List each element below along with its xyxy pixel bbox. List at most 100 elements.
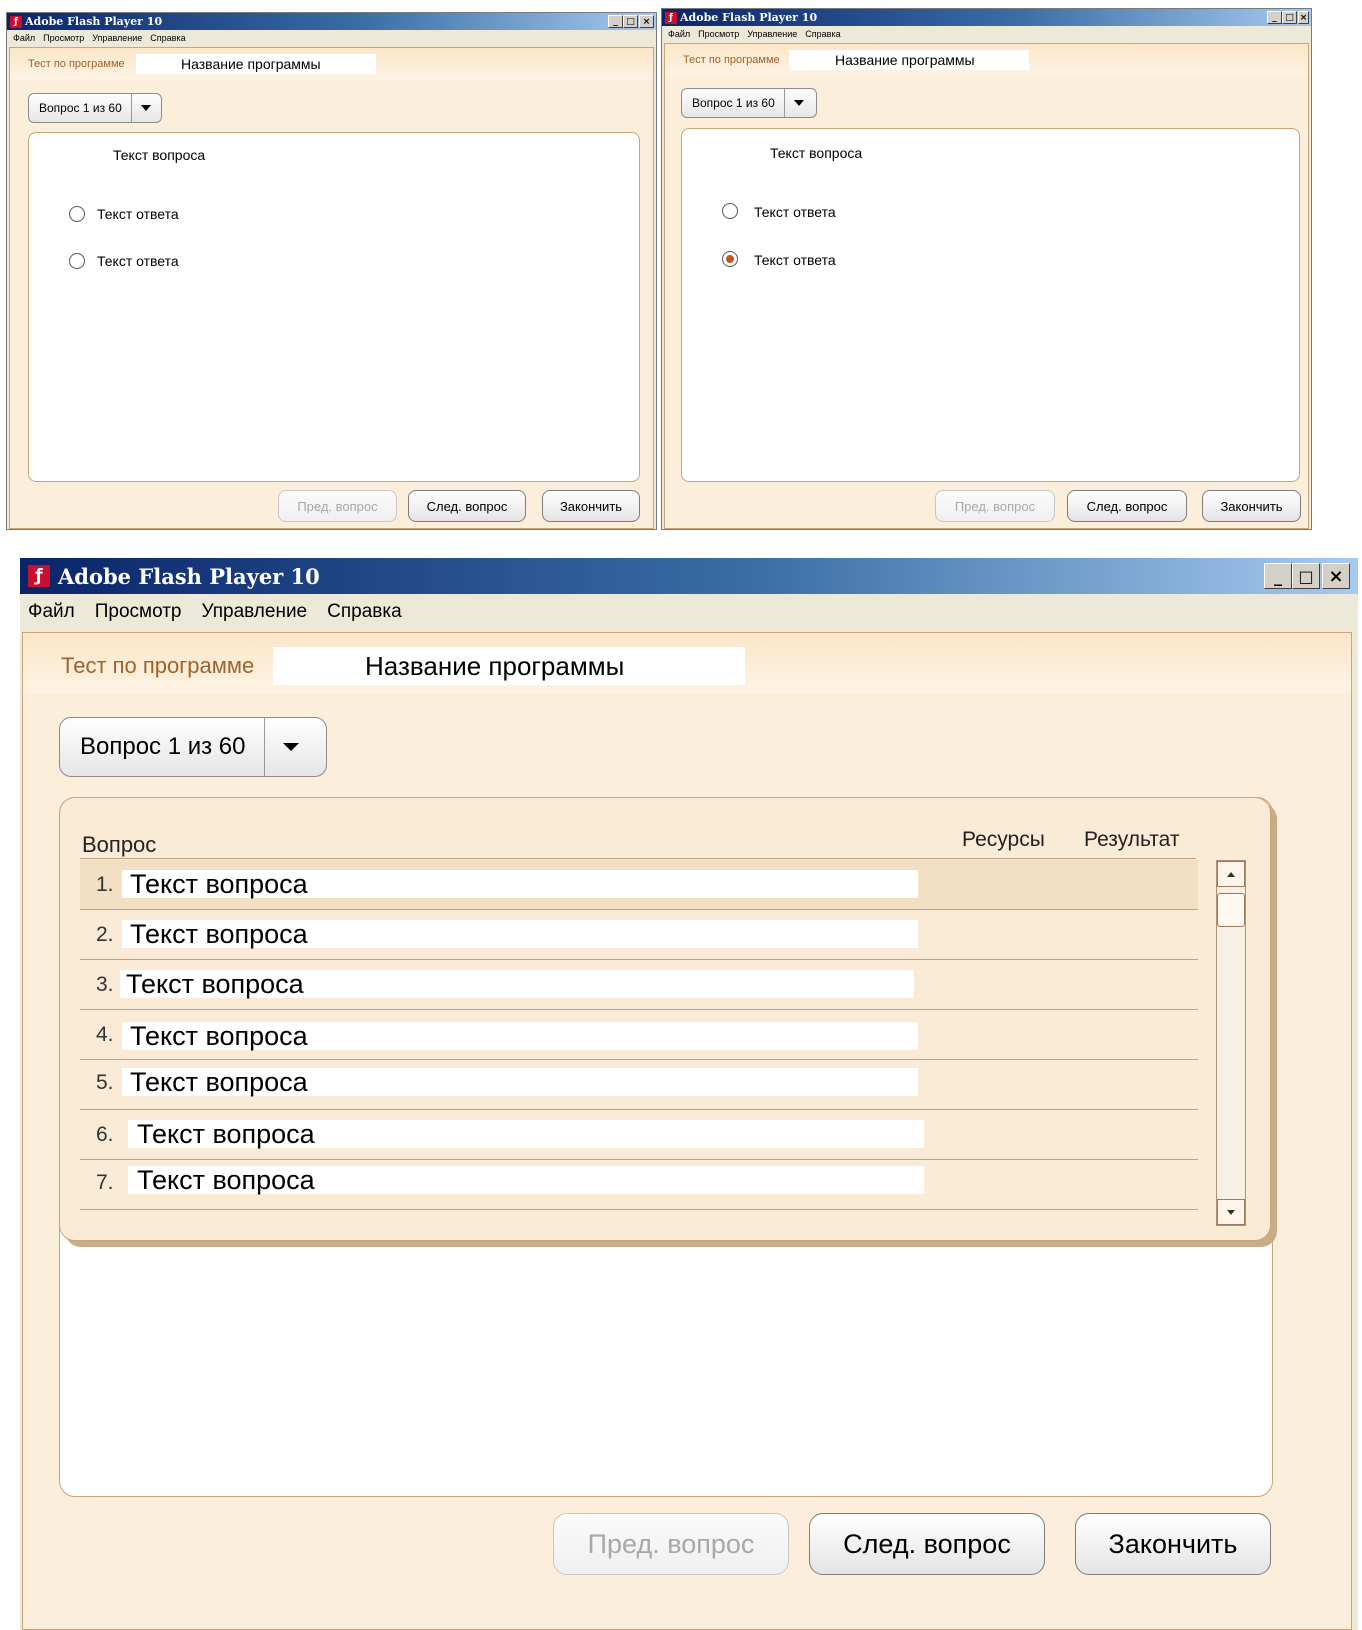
maximize-icon[interactable]: □: [623, 15, 638, 28]
maximize-icon[interactable]: □: [1282, 11, 1297, 24]
row-number: 7.: [96, 1171, 114, 1194]
menu-help[interactable]: Справка: [327, 601, 402, 623]
column-header-result: Результат: [1084, 828, 1180, 851]
row-number: 5.: [96, 1071, 114, 1094]
menu-bar: Файл Просмотр Управление Справка: [662, 27, 1311, 41]
question-selector[interactable]: Вопрос 1 из 60: [681, 88, 817, 118]
row-number: 1.: [96, 873, 114, 896]
row-number: 3.: [96, 973, 114, 996]
finish-button[interactable]: Закончить: [1202, 490, 1301, 522]
title-bar[interactable]: ƒ Adobe Flash Player 10 _ □ ×: [7, 13, 656, 30]
menu-view[interactable]: Просмотр: [95, 601, 182, 623]
menu-file[interactable]: Файл: [28, 601, 75, 623]
menu-control[interactable]: Управление: [92, 33, 142, 43]
scroll-down-icon[interactable]: [1217, 1199, 1245, 1225]
menu-bar: Файл Просмотр Управление Справка: [20, 594, 1358, 630]
scroll-thumb[interactable]: [1217, 893, 1245, 927]
question-list-dropdown: Вопрос Ресурсы Результат 1. Текст вопрос…: [59, 797, 1271, 1241]
question-panel: Текст вопроса Текст ответа Текст ответа: [681, 128, 1300, 482]
menu-control[interactable]: Управление: [747, 29, 797, 39]
radio-dot: [726, 255, 734, 263]
answer-text-1[interactable]: Текст ответа: [97, 206, 179, 222]
title-bar[interactable]: ƒ Adobe Flash Player 10 _ □ ×: [20, 558, 1358, 594]
question-selector[interactable]: Вопрос 1 из 60: [28, 93, 162, 123]
row-question-text: Текст вопроса: [120, 970, 914, 998]
row-question-text: Текст вопроса: [122, 1022, 918, 1050]
prev-question-button[interactable]: Пред. вопрос: [278, 490, 397, 522]
window-title: Adobe Flash Player 10: [680, 11, 818, 24]
menu-control[interactable]: Управление: [202, 601, 308, 623]
flash-icon: ƒ: [28, 565, 50, 587]
window-title: Adobe Flash Player 10: [58, 563, 320, 589]
list-scrollbar[interactable]: [1216, 860, 1246, 1226]
menu-bar: Файл Просмотр Управление Справка: [7, 31, 656, 45]
answer-radio-2-selected[interactable]: [722, 251, 738, 267]
row-question-text: Текст вопроса: [128, 1166, 924, 1194]
menu-file[interactable]: Файл: [13, 33, 35, 43]
answer-radio-2[interactable]: [69, 253, 85, 269]
prev-question-button[interactable]: Пред. вопрос: [553, 1513, 789, 1575]
row-question-text: Текст вопроса: [122, 1068, 918, 1096]
app-client: Тест по программе Название программы Воп…: [664, 43, 1309, 529]
question-row-7[interactable]: 7. Текст вопроса: [80, 1160, 1198, 1210]
scroll-up-icon[interactable]: [1217, 861, 1245, 887]
minimize-icon[interactable]: _: [1264, 563, 1292, 589]
answer-text-2[interactable]: Текст ответа: [754, 252, 836, 268]
answer-radio-1[interactable]: [69, 206, 85, 222]
window-controls: _ □ ×: [1264, 558, 1350, 594]
minimize-icon[interactable]: _: [1267, 11, 1282, 24]
answer-radio-1[interactable]: [722, 203, 738, 219]
menu-help[interactable]: Справка: [805, 29, 840, 39]
question-row-3[interactable]: 3. Текст вопроса: [80, 960, 1198, 1010]
menu-help[interactable]: Справка: [150, 33, 185, 43]
down-arrow: [1227, 1209, 1235, 1215]
dropdown-caret-icon[interactable]: [793, 100, 804, 106]
question-text: Текст вопроса: [770, 145, 863, 161]
next-question-button[interactable]: След. вопрос: [408, 490, 526, 522]
header-divider: [80, 858, 1196, 859]
selector-divider: [263, 718, 265, 776]
small-window-right: ƒ Adobe Flash Player 10 _ □ × Файл Просм…: [661, 8, 1312, 530]
flash-icon: ƒ: [665, 11, 677, 24]
dropdown-caret-icon[interactable]: [282, 743, 299, 751]
column-header-question: Вопрос: [82, 832, 157, 857]
selector-divider: [130, 94, 132, 122]
maximize-icon[interactable]: □: [1292, 563, 1320, 589]
question-selector[interactable]: Вопрос 1 из 60: [59, 717, 327, 777]
answer-text-2[interactable]: Текст ответа: [97, 253, 179, 269]
next-question-button[interactable]: След. вопрос: [1067, 490, 1187, 522]
row-number: 4.: [96, 1023, 114, 1046]
next-question-button[interactable]: След. вопрос: [809, 1513, 1045, 1575]
answer-text-1[interactable]: Текст ответа: [754, 204, 836, 220]
title-bar[interactable]: ƒ Adobe Flash Player 10 _ □ ×: [662, 9, 1311, 26]
header-bar: Тест по программе Название программы: [23, 633, 1351, 693]
window-controls: _ □ ×: [608, 13, 654, 30]
row-number: 6.: [96, 1123, 114, 1146]
program-name: Название программы: [136, 54, 376, 74]
menu-view[interactable]: Просмотр: [698, 29, 739, 39]
program-name: Название программы: [789, 50, 1029, 70]
finish-button[interactable]: Закончить: [542, 490, 640, 522]
flash-icon: ƒ: [10, 15, 22, 28]
close-icon[interactable]: ×: [1322, 563, 1350, 589]
question-row-2[interactable]: 2. Текст вопроса: [80, 910, 1198, 960]
dropdown-caret-icon[interactable]: [140, 105, 151, 111]
question-text: Текст вопроса: [113, 147, 206, 163]
question-row-1[interactable]: 1. Текст вопроса: [80, 860, 1198, 910]
selector-divider: [783, 89, 785, 117]
finish-button[interactable]: Закончить: [1075, 1513, 1271, 1575]
close-icon[interactable]: ×: [1298, 11, 1309, 24]
question-row-4[interactable]: 4. Текст вопроса: [80, 1010, 1198, 1060]
minimize-icon[interactable]: _: [608, 15, 623, 28]
test-label: Тест по программе: [61, 653, 255, 678]
test-label: Тест по программе: [28, 58, 125, 70]
window-title: Adobe Flash Player 10: [25, 15, 163, 28]
menu-view[interactable]: Просмотр: [43, 33, 84, 43]
window-controls: _ □ ×: [1267, 9, 1309, 26]
question-row-5[interactable]: 5. Текст вопроса: [80, 1060, 1198, 1110]
menu-file[interactable]: Файл: [668, 29, 690, 39]
question-row-6[interactable]: 6. Текст вопроса: [80, 1110, 1198, 1160]
close-icon[interactable]: ×: [639, 15, 654, 28]
question-selector-label: Вопрос 1 из 60: [80, 733, 246, 760]
prev-question-button[interactable]: Пред. вопрос: [935, 490, 1055, 522]
